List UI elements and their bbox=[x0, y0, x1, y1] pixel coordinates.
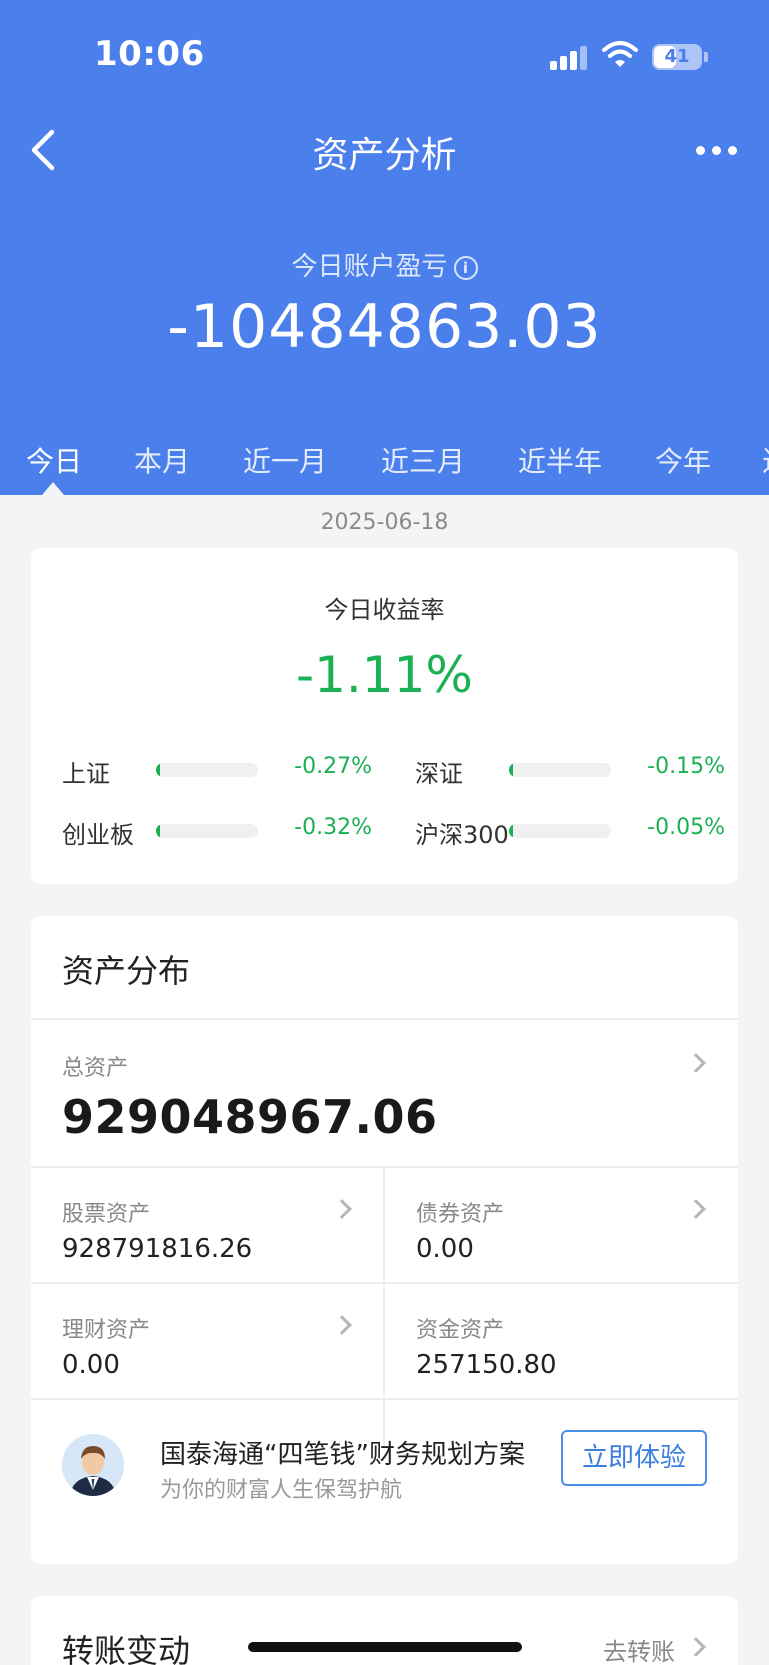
transfer-changes-card: 转账变动 去转账 bbox=[31, 1596, 738, 1665]
active-tab-caret bbox=[42, 482, 64, 495]
date-label: 2025-06-18 bbox=[320, 510, 449, 535]
return-rate-title: 今日收益率 bbox=[324, 596, 445, 624]
bond-assets-label: 债券资产 bbox=[416, 1202, 505, 1227]
index-value: -0.32% bbox=[294, 815, 372, 840]
total-assets-label: 总资产 bbox=[62, 1056, 129, 1081]
wifi-icon bbox=[602, 41, 638, 67]
index-chinext: 创业板 -0.32% bbox=[62, 815, 372, 849]
index-bar bbox=[509, 763, 611, 777]
stock-assets-value: 928791816.26 bbox=[62, 1234, 253, 1264]
divider bbox=[31, 1398, 738, 1400]
total-assets-value: 929048967.06 bbox=[62, 1090, 438, 1144]
battery-cap bbox=[704, 52, 708, 62]
go-transfer-link[interactable]: 去转账 bbox=[603, 1632, 675, 1665]
total-assets-row[interactable]: 总资产 929048967.06 bbox=[31, 1020, 738, 1166]
pnl-label: 今日账户盈亏 bbox=[291, 252, 448, 282]
asset-section-title: 资产分布 bbox=[62, 952, 191, 990]
index-name: 上证 bbox=[62, 760, 110, 788]
chevron-right-icon bbox=[686, 1053, 706, 1073]
period-tabs: 今日 本月 近一月 近三月 近半年 今年 近 bbox=[0, 440, 769, 495]
index-value: -0.15% bbox=[647, 754, 725, 779]
index-name: 沪深300 bbox=[415, 821, 509, 849]
stock-assets-cell[interactable]: 股票资产 928791816.26 bbox=[31, 1168, 384, 1280]
nav-bar: 资产分析 bbox=[0, 120, 769, 180]
index-bar bbox=[156, 763, 258, 777]
status-bar: 10:06 41 bbox=[0, 0, 769, 110]
return-rate-value: -1.11% bbox=[296, 646, 473, 704]
tab-last-half-year[interactable]: 近半年 bbox=[518, 440, 602, 480]
index-name: 深证 bbox=[415, 760, 463, 788]
pnl-label-row: 今日账户盈亏 i bbox=[0, 246, 769, 283]
bond-assets-cell[interactable]: 债券资产 0.00 bbox=[385, 1168, 738, 1280]
info-icon[interactable]: i bbox=[453, 256, 478, 280]
chevron-right-icon bbox=[332, 1199, 352, 1219]
chevron-right-icon bbox=[332, 1315, 352, 1335]
index-shenzhen: 深证 -0.15% bbox=[415, 754, 725, 788]
index-value: -0.05% bbox=[647, 815, 725, 840]
more-icon[interactable] bbox=[694, 142, 740, 158]
wealth-assets-cell[interactable]: 理财资产 0.00 bbox=[31, 1284, 384, 1396]
header: 10:06 41 资产分析 今日账户盈亏 i -10484863.03 今日 本… bbox=[0, 0, 769, 495]
index-value: -0.27% bbox=[294, 754, 372, 779]
index-bar bbox=[509, 824, 611, 838]
promo-title: 国泰海通“四笔钱”财务规划方案 bbox=[160, 1440, 525, 1470]
stock-assets-label: 股票资产 bbox=[62, 1202, 151, 1227]
home-indicator[interactable] bbox=[248, 1642, 522, 1652]
cash-assets-cell: 资金资产 257150.80 bbox=[385, 1284, 738, 1396]
tab-this-month[interactable]: 本月 bbox=[134, 440, 190, 480]
index-name: 创业板 bbox=[62, 821, 134, 849]
page-title: 资产分析 bbox=[312, 135, 457, 176]
battery-level: 41 bbox=[664, 46, 690, 67]
bond-assets-value: 0.00 bbox=[416, 1234, 474, 1264]
tab-today[interactable]: 今日 bbox=[26, 440, 82, 480]
pnl-value: -10484863.03 bbox=[167, 292, 602, 362]
chevron-right-icon bbox=[686, 1199, 706, 1219]
battery-icon: 41 bbox=[652, 44, 702, 70]
promo-subtitle: 为你的财富人生保驾护航 bbox=[160, 1478, 403, 1503]
chevron-right-icon[interactable] bbox=[686, 1637, 706, 1657]
index-bar bbox=[156, 824, 258, 838]
tab-this-year[interactable]: 今年 bbox=[655, 440, 711, 480]
advisor-avatar bbox=[62, 1434, 124, 1496]
tab-last-three-months[interactable]: 近三月 bbox=[381, 440, 465, 480]
tab-last-month[interactable]: 近一月 bbox=[243, 440, 327, 480]
transfer-title: 转账变动 bbox=[62, 1632, 191, 1665]
try-now-button[interactable]: 立即体验 bbox=[561, 1430, 707, 1486]
index-shanghai: 上证 -0.27% bbox=[62, 754, 372, 788]
index-csi300: 沪深300 -0.05% bbox=[415, 815, 725, 849]
cellular-signal-icon bbox=[550, 44, 590, 70]
wealth-assets-value: 0.00 bbox=[62, 1350, 120, 1380]
wealth-assets-label: 理财资产 bbox=[62, 1318, 151, 1343]
asset-distribution-card: 资产分布 总资产 929048967.06 股票资产 928791816.26 … bbox=[31, 916, 738, 1564]
cash-assets-label: 资金资产 bbox=[416, 1318, 505, 1343]
return-rate-card: 今日收益率 -1.11% 上证 -0.27% 深证 -0.15% 创业板 -0.… bbox=[31, 548, 738, 884]
status-time: 10:06 bbox=[94, 34, 205, 74]
cash-assets-value: 257150.80 bbox=[416, 1350, 557, 1380]
planning-promo[interactable]: 国泰海通“四笔钱”财务规划方案 为你的财富人生保驾护航 立即体验 bbox=[31, 1416, 738, 1528]
tab-overflow[interactable]: 近 bbox=[762, 440, 769, 480]
